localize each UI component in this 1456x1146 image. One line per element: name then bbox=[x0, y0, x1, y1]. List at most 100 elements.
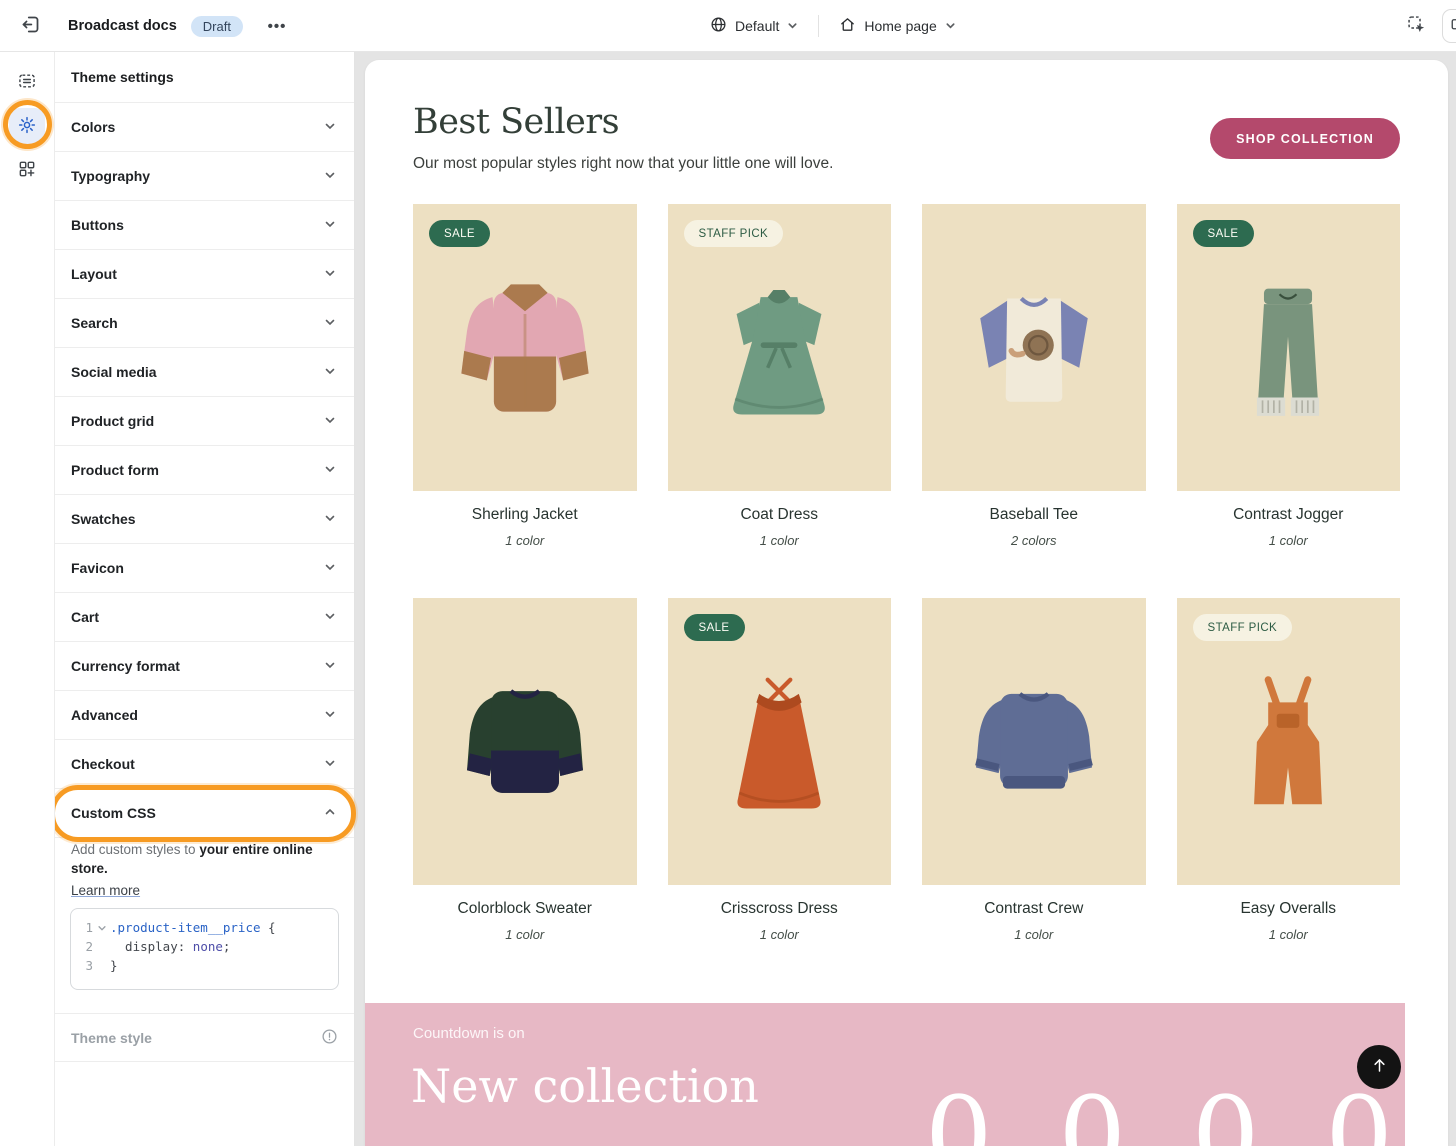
slipdress-illustration bbox=[694, 643, 864, 841]
countdown-digits: 0000 bbox=[925, 1083, 1393, 1146]
product-card[interactable]: Baseball Tee2 colors bbox=[922, 204, 1146, 548]
sidebar-item-search[interactable]: Search bbox=[55, 299, 354, 348]
countdown-digit: 0 bbox=[1058, 1083, 1125, 1146]
product-title: Coat Dress bbox=[668, 506, 892, 524]
chevron-down-icon bbox=[324, 266, 336, 282]
inspect-cursor-icon bbox=[1406, 14, 1427, 38]
countdown-digit: 0 bbox=[1325, 1083, 1392, 1146]
more-menu-button[interactable]: ••• bbox=[261, 10, 293, 42]
app-embeds-button[interactable] bbox=[9, 152, 45, 188]
product-color-count: 1 color bbox=[922, 927, 1146, 942]
sidebar-item-advanced[interactable]: Advanced bbox=[55, 691, 354, 740]
product-title: Colorblock Sweater bbox=[413, 900, 637, 918]
sidebar-item-checkout[interactable]: Checkout bbox=[55, 740, 354, 789]
sidebar-item-layout[interactable]: Layout bbox=[55, 250, 354, 299]
settings-panel-button[interactable] bbox=[9, 108, 45, 144]
locale-selector[interactable]: Default bbox=[702, 10, 806, 42]
product-badge: SALE bbox=[684, 614, 745, 641]
banner-eyebrow: Countdown is on bbox=[413, 1025, 525, 1042]
globe-icon bbox=[710, 16, 727, 36]
product-title: Contrast Jogger bbox=[1177, 506, 1401, 524]
product-image: SALE bbox=[413, 204, 637, 491]
shop-collection-button[interactable]: SHOP COLLECTION bbox=[1210, 118, 1400, 159]
product-color-count: 1 color bbox=[668, 533, 892, 548]
store-preview: Best Sellers Our most popular styles rig… bbox=[365, 60, 1448, 1146]
chevron-down-icon bbox=[324, 560, 336, 576]
sidebar-item-favicon[interactable]: Favicon bbox=[55, 544, 354, 593]
page-selector[interactable]: Home page bbox=[831, 10, 963, 42]
sidebar-header: Theme settings bbox=[55, 52, 354, 103]
section-subheading: Our most popular styles right now that y… bbox=[413, 155, 833, 173]
sections-panel-button[interactable] bbox=[9, 64, 45, 100]
chevron-up-icon bbox=[324, 805, 336, 821]
device-preview-button[interactable] bbox=[1442, 9, 1456, 43]
sidebar-item-buttons[interactable]: Buttons bbox=[55, 201, 354, 250]
gear-icon bbox=[17, 115, 37, 138]
product-image: STAFF PICK bbox=[668, 204, 892, 491]
product-title: Easy Overalls bbox=[1177, 900, 1401, 918]
product-image: SALE bbox=[1177, 204, 1401, 491]
sidebar-item-currency-format[interactable]: Currency format bbox=[55, 642, 354, 691]
product-card[interactable]: STAFF PICKEasy Overalls1 color bbox=[1177, 598, 1401, 942]
sidebar-item-colors[interactable]: Colors bbox=[55, 103, 354, 152]
inspect-element-button[interactable] bbox=[1400, 10, 1432, 42]
icon-rail bbox=[0, 52, 55, 1146]
home-icon bbox=[839, 16, 856, 36]
product-card[interactable]: STAFF PICK Coat Dress 1 color bbox=[668, 204, 892, 548]
product-color-count: 1 color bbox=[413, 927, 637, 942]
scroll-to-top-button[interactable] bbox=[1357, 1045, 1401, 1089]
learn-more-link[interactable]: Learn more bbox=[71, 883, 140, 898]
countdown-digit: 0 bbox=[1192, 1083, 1259, 1146]
dress-illustration bbox=[694, 249, 864, 447]
sidebar-item-cart[interactable]: Cart bbox=[55, 593, 354, 642]
custom-css-code-editor[interactable]: 1.product-item__price {2 display: none;3… bbox=[70, 908, 339, 990]
product-title: Baseball Tee bbox=[922, 506, 1146, 524]
chevron-down-icon bbox=[324, 168, 336, 184]
fold-chevron-icon[interactable] bbox=[97, 923, 110, 933]
sweater-illustration bbox=[440, 643, 610, 841]
banner-heading: New collection bbox=[411, 1059, 759, 1113]
product-color-count: 1 color bbox=[1177, 533, 1401, 548]
custom-css-description: Add custom styles to your entire online … bbox=[71, 840, 341, 878]
line-number: 1 bbox=[81, 918, 93, 937]
product-card[interactable]: SALESherling Jacket1 color bbox=[413, 204, 637, 548]
sidebar-item-product-form[interactable]: Product form bbox=[55, 446, 354, 495]
best-sellers-section: Best Sellers Our most popular styles rig… bbox=[365, 60, 1448, 942]
product-image bbox=[413, 598, 637, 885]
theme-style-row: Theme style bbox=[55, 1013, 354, 1062]
chevron-down-icon bbox=[324, 707, 336, 723]
sidebar-item-custom-css[interactable]: Custom CSS bbox=[55, 789, 354, 838]
product-title: Contrast Crew bbox=[922, 900, 1146, 918]
apps-grid-icon bbox=[17, 159, 37, 182]
sidebar-item-typography[interactable]: Typography bbox=[55, 152, 354, 201]
info-circle-icon bbox=[321, 1028, 338, 1048]
exit-editor-button[interactable] bbox=[14, 10, 46, 42]
product-badge: STAFF PICK bbox=[684, 220, 784, 247]
chevron-down-icon bbox=[324, 315, 336, 331]
product-image bbox=[922, 598, 1146, 885]
product-color-count: 1 color bbox=[668, 927, 892, 942]
product-card[interactable]: Contrast Crew 1 color bbox=[922, 598, 1146, 942]
product-card[interactable]: SALE Contrast Jogger 1 color bbox=[1177, 204, 1401, 548]
line-number: 3 bbox=[81, 956, 93, 975]
product-image: STAFF PICK bbox=[1177, 598, 1401, 885]
product-title: Sherling Jacket bbox=[413, 506, 637, 524]
arrow-up-icon bbox=[1370, 1056, 1389, 1078]
sections-icon bbox=[17, 71, 37, 94]
chevron-down-icon bbox=[787, 18, 798, 34]
product-badge: SALE bbox=[1193, 220, 1254, 247]
code-line: 1.product-item__price { bbox=[81, 918, 328, 937]
product-badge: STAFF PICK bbox=[1193, 614, 1293, 641]
device-preview-icon bbox=[1450, 16, 1456, 37]
product-card[interactable]: Colorblock Sweater 1 color bbox=[413, 598, 637, 942]
exit-icon bbox=[20, 14, 41, 38]
chevron-down-icon bbox=[324, 756, 336, 772]
sidebar-item-social-media[interactable]: Social media bbox=[55, 348, 354, 397]
sidebar-item-swatches[interactable]: Swatches bbox=[55, 495, 354, 544]
product-card[interactable]: SALECrisscross Dress1 color bbox=[668, 598, 892, 942]
status-badge: Draft bbox=[191, 16, 243, 37]
sidebar-item-product-grid[interactable]: Product grid bbox=[55, 397, 354, 446]
code-line: 3} bbox=[81, 956, 328, 975]
chevron-down-icon bbox=[324, 217, 336, 233]
chevron-down-icon bbox=[324, 462, 336, 478]
